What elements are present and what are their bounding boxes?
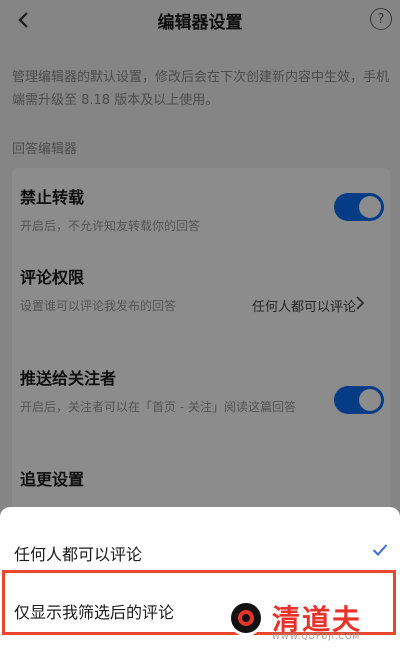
watermark-logo-icon [228, 600, 264, 636]
watermark: 清道夫 WWW.QDFUJI.COM [228, 598, 396, 642]
watermark-url: WWW.QDFUJI.COM [272, 632, 361, 641]
page: 编辑器设置 ? 管理编辑器的默认设置，修改后会在下次创建新内容中生效，手机端需升… [0, 0, 400, 649]
option-label: 任何人都可以评论 [14, 545, 143, 564]
check-icon [372, 544, 388, 556]
